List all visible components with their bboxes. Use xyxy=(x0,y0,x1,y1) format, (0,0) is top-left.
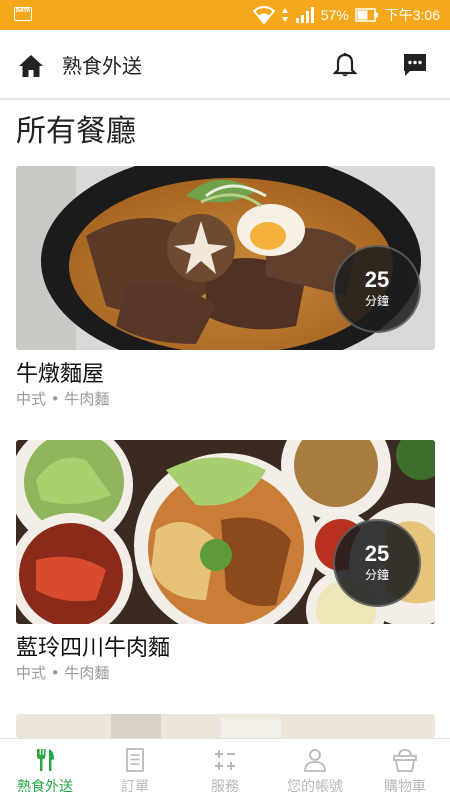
restaurant-photo: 25 分鐘 xyxy=(16,166,435,350)
chat-icon[interactable] xyxy=(402,52,428,78)
delivery-time-unit: 分鐘 xyxy=(364,568,389,582)
delivery-time-value: 25 xyxy=(364,541,390,566)
restaurant-card[interactable]: 25 分鐘 牛燉麵屋 中式 • 牛肉麵 xyxy=(16,166,435,416)
restaurant-name[interactable]: 牛燉麵屋 xyxy=(16,356,104,388)
fork-knife-icon xyxy=(37,749,54,771)
restaurant-tags: 中式 • 牛肉麵 xyxy=(16,390,110,408)
restaurant-card[interactable]: 25 分鐘 藍玲四川牛肉麵 中式 • 牛肉麵 xyxy=(16,440,435,690)
restaurant-card[interactable] xyxy=(16,714,435,738)
battery-icon xyxy=(355,8,378,22)
nav-label: 購物車 xyxy=(384,779,426,795)
service-icon xyxy=(215,750,235,770)
nav-item-cart[interactable]: 購物車 xyxy=(360,739,450,800)
clock: 下午3:06 xyxy=(384,7,440,23)
data-indicator-icon: DATA xyxy=(14,7,32,21)
nav-label: 您的帳號 xyxy=(287,779,343,795)
delivery-time-unit: 分鐘 xyxy=(364,294,389,308)
restaurant-name[interactable]: 藍玲四川牛肉麵 xyxy=(16,630,170,662)
restaurant-photo xyxy=(16,714,435,738)
status-bar: DATA 57% 下午3:06 xyxy=(0,0,450,30)
delivery-time-value: 25 xyxy=(364,267,390,292)
nav-label: 熟食外送 xyxy=(17,779,73,795)
delivery-time-badge: 25 分鐘 xyxy=(333,245,421,333)
bottom-navigation: 熟食外送 訂單 服務 您的帳號 購物車 xyxy=(0,738,450,800)
nav-item-account[interactable]: 您的帳號 xyxy=(270,739,360,800)
nav-item-orders[interactable]: 訂單 xyxy=(90,739,180,800)
delivery-time-badge: 25 分鐘 xyxy=(333,519,421,607)
app-bar: 熟食外送 xyxy=(0,30,450,100)
nav-label: 訂單 xyxy=(121,779,149,795)
basket-icon xyxy=(393,749,417,772)
restaurant-tags: 中式 • 牛肉麵 xyxy=(16,664,110,682)
nav-label: 服務 xyxy=(211,779,239,795)
nav-item-services[interactable]: 服務 xyxy=(180,739,270,800)
nav-item-deli-delivery[interactable]: 熟食外送 xyxy=(0,739,90,800)
receipt-icon xyxy=(126,748,144,772)
signal-icon xyxy=(295,7,314,23)
home-icon[interactable] xyxy=(18,54,44,78)
page-title: 熟食外送 xyxy=(62,54,142,78)
restaurant-photo: 25 分鐘 xyxy=(16,440,435,624)
battery-percent: 57% xyxy=(320,7,349,23)
user-icon xyxy=(304,749,326,772)
wifi-icon xyxy=(252,6,275,24)
bell-icon[interactable] xyxy=(333,52,357,78)
section-title: 所有餐廳 xyxy=(16,114,136,149)
data-arrows-icon xyxy=(281,8,288,22)
